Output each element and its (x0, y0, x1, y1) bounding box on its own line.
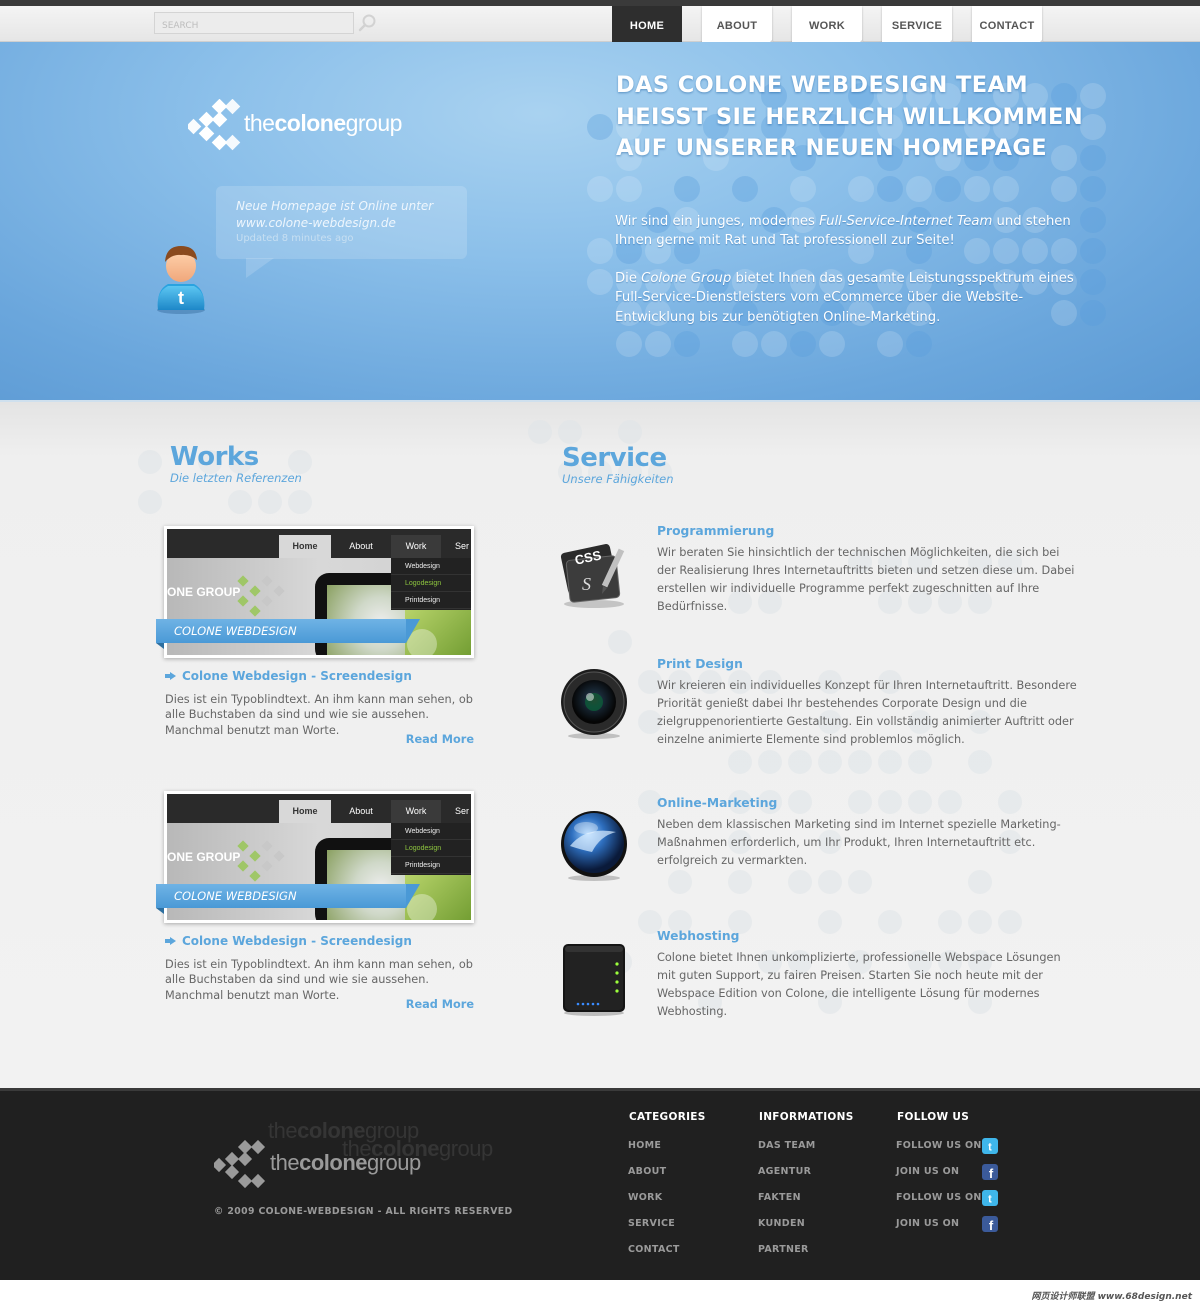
footer-link[interactable]: FAKTEN (758, 1192, 801, 1203)
nav-home[interactable]: HOME (612, 6, 682, 46)
hero-paragraph-2: Die Colone Group bietet Ihnen das gesamt… (615, 271, 1074, 325)
nav-contact[interactable]: CONTACT (972, 6, 1043, 47)
work-ribbon: COLONE WEBDESIGN (156, 884, 420, 914)
twitter-icon[interactable]: t (982, 1138, 998, 1154)
brand-logo[interactable]: thecolonegroup (185, 98, 428, 157)
service-text: Colone bietet Ihnen unkomplizierte, prof… (657, 951, 1061, 1019)
works-title: Works (170, 442, 259, 472)
css-pencil-icon: CSS S (556, 534, 632, 610)
footer-link[interactable]: AGENTUR (758, 1166, 811, 1177)
twitter-icon[interactable]: t (982, 1190, 998, 1206)
footer-link[interactable]: CONTACT (628, 1244, 680, 1255)
shot-tab: Ser (455, 806, 470, 816)
footer-logo[interactable] (211, 1139, 274, 1198)
arrow-right-icon (165, 672, 176, 680)
logo-wordmark: thecolonegroup (244, 110, 402, 136)
service-text: Wir beraten Sie hinsichtlich der technis… (657, 546, 1075, 614)
tweet-bubble: Neue Homepage ist Online unter www.colon… (216, 186, 467, 259)
service-title-webhosting[interactable]: Webhosting (657, 929, 739, 943)
tweet-text: Neue Homepage ist Online unter www.colon… (236, 199, 434, 230)
search-box (154, 12, 354, 36)
footer-link[interactable]: PARTNER (758, 1244, 809, 1255)
svg-text:f: f (989, 1166, 994, 1180)
svg-text:t: t (988, 1142, 992, 1154)
shot-tab: Work (391, 800, 441, 823)
copyright: © 2009 COLONE-WEBDESIGN - ALL RIGHTS RES… (214, 1206, 513, 1217)
diamond-logo-icon (185, 98, 241, 151)
footer-link[interactable]: FOLLOW US ON (896, 1192, 982, 1203)
nav-about[interactable]: ABOUT (702, 6, 773, 47)
footer-heading-categories: CATEGORIES (629, 1111, 706, 1123)
work-description: Dies ist ein Typoblindtext. An ihm kann … (165, 958, 473, 1002)
shot-tab: Work (391, 535, 441, 558)
read-more-link[interactable]: Read More (374, 998, 474, 1011)
service-subtitle: Unsere Fähigkeiten (562, 472, 674, 486)
camera-lens-icon (556, 664, 632, 740)
works-subtitle: Die letzten Referenzen (170, 471, 302, 485)
nav-work[interactable]: WORK (792, 6, 863, 47)
facebook-icon[interactable]: f (982, 1216, 998, 1233)
service-title-online-marketing[interactable]: Online-Marketing (657, 796, 777, 810)
shot-dropdown: Webdesign Logodesign Printdesign (391, 823, 471, 875)
footer-link[interactable]: SERVICE (628, 1218, 675, 1229)
shot-tab: Home (279, 535, 331, 558)
shot-dropdown: Webdesign Logodesign Printdesign (391, 558, 471, 610)
footer (0, 1088, 1200, 1280)
work-title[interactable]: Colone Webdesign - Screendesign (165, 934, 412, 948)
read-more-link[interactable]: Read More (374, 733, 474, 746)
work-title[interactable]: Colone Webdesign - Screendesign (165, 669, 412, 683)
search-icon[interactable] (358, 13, 378, 33)
work-ribbon: COLONE WEBDESIGN (156, 619, 420, 649)
facebook-icon[interactable]: f (982, 1164, 998, 1181)
shot-tab: Ser (455, 541, 470, 551)
footer-link[interactable]: DAS TEAM (758, 1140, 816, 1151)
footer-link[interactable]: FOLLOW US ON (896, 1140, 982, 1151)
footer-link[interactable]: WORK (628, 1192, 662, 1203)
shot-group-text: ONE GROUP (167, 850, 241, 864)
svg-text:S: S (582, 574, 591, 594)
nav-service[interactable]: SERVICE (882, 6, 953, 47)
service-text: Neben dem klassischen Marketing sind im … (657, 818, 1061, 868)
footer-link[interactable]: JOIN US ON (896, 1166, 959, 1177)
footer-link[interactable]: KUNDEN (758, 1218, 805, 1229)
globe-orb-icon (556, 806, 632, 882)
footer-heading-informations: INFORMATIONS (759, 1111, 854, 1123)
service-title-programmierung[interactable]: Programmierung (657, 524, 774, 538)
service-title-print-design[interactable]: Print Design (657, 657, 743, 671)
service-text: Wir kreieren ein individuelles Konzept f… (657, 679, 1077, 747)
footer-link[interactable]: JOIN US ON (896, 1218, 959, 1229)
svg-text:t: t (988, 1194, 992, 1206)
footer-logo-wordmark: thecolonegroup (270, 1150, 421, 1175)
tweet-time: Updated 8 minutes ago (236, 233, 354, 244)
service-title: Service (562, 443, 667, 473)
svg-text:f: f (989, 1218, 994, 1232)
hero-paragraph-1: Wir sind ein junges, modernes Full-Servi… (615, 214, 1071, 249)
search-input[interactable] (155, 16, 353, 36)
hero-headline: DAS COLONE WEBDESIGN TEAM HEISST SIE HER… (616, 72, 1084, 161)
tweet-tail (246, 258, 274, 278)
shot-tab: About (349, 806, 373, 816)
footer-link[interactable]: ABOUT (628, 1166, 666, 1177)
shot-tab: Home (279, 800, 331, 823)
twitter-avatar-icon[interactable]: t (152, 240, 210, 314)
svg-text:t: t (178, 288, 184, 308)
server-box-icon (556, 940, 632, 1016)
shot-group-text: ONE GROUP (167, 585, 241, 599)
watermark: 网页设计师联盟 www.68design.net (1031, 1292, 1192, 1302)
arrow-right-icon (165, 937, 176, 945)
watermark-bar (0, 1280, 1200, 1310)
footer-heading-follow: FOLLOW US (897, 1111, 970, 1123)
shot-tab: About (349, 541, 373, 551)
diamond-logo-icon (211, 1139, 266, 1189)
work-description: Dies ist ein Typoblindtext. An ihm kann … (165, 693, 473, 737)
footer-link[interactable]: HOME (628, 1140, 661, 1151)
